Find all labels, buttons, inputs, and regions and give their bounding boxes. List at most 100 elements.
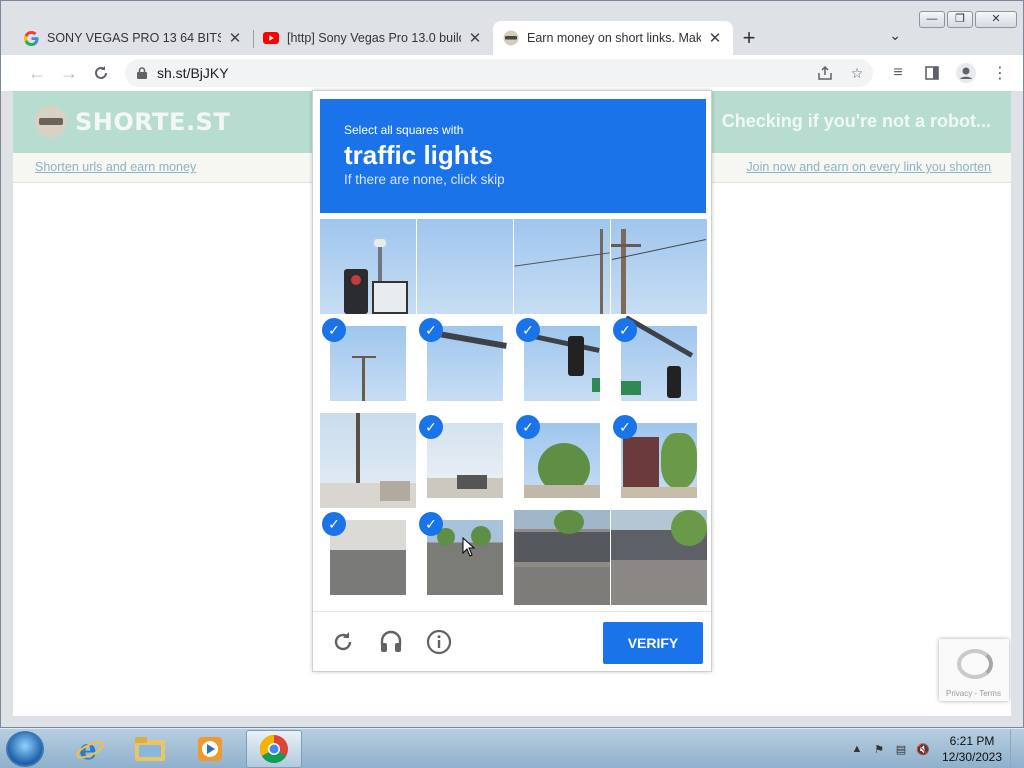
taskbar-clock[interactable]: 6:21 PM 12/30/2023	[934, 733, 1010, 765]
challenge-hint: If there are none, click skip	[344, 172, 505, 187]
browser-toolbar: ← → sh.st/BjJKY ☆ ≡ ⋮	[1, 55, 1023, 91]
action-center-flag-icon[interactable]: ⚑	[868, 743, 890, 756]
selected-check-icon: ✓	[322, 318, 346, 342]
forward-arrow-icon[interactable]: →	[53, 57, 85, 89]
grid-tile-14[interactable]: ✓	[417, 510, 513, 605]
grid-tile-1[interactable]	[320, 219, 416, 314]
lock-icon[interactable]	[137, 67, 147, 79]
reload-page-icon[interactable]	[85, 57, 117, 89]
grid-tile-7[interactable]: ✓	[514, 316, 610, 411]
info-icon[interactable]	[425, 628, 453, 656]
challenge-target: traffic lights	[344, 140, 493, 170]
youtube-icon	[263, 30, 279, 46]
recaptcha-badge[interactable]: Privacy - Terms	[939, 639, 1009, 701]
media-player-icon[interactable]	[182, 730, 238, 768]
grid-tile-5[interactable]: ✓	[320, 316, 416, 411]
grid-tile-2[interactable]	[417, 219, 513, 314]
start-orb-icon[interactable]	[6, 731, 44, 767]
minimize-button[interactable]: —	[919, 11, 945, 28]
selected-check-icon: ✓	[419, 415, 443, 439]
robot-check-heading: Checking if you're not a robot...	[721, 111, 991, 131]
challenge-instruction: Select all squares with	[344, 123, 464, 137]
tile-image	[320, 219, 416, 314]
show-hidden-icons-icon[interactable]: ▲	[846, 743, 868, 755]
tab-close-icon[interactable]: ✕	[467, 29, 483, 47]
tab-title: SONY VEGAS PRO 13 64 BITS Do	[47, 31, 221, 45]
grid-tile-10[interactable]: ✓	[417, 413, 513, 508]
network-icon[interactable]: ▤	[890, 743, 912, 756]
site-logo-text[interactable]: SHORTE.ST	[75, 108, 230, 136]
recaptcha-challenge: Select all squares with traffic lights I…	[312, 90, 712, 672]
close-window-button[interactable]: ✕	[975, 11, 1017, 28]
tab-search-chevron-icon[interactable]: ⌄	[889, 27, 901, 44]
grid-tile-6[interactable]: ✓	[417, 316, 513, 411]
side-panel-icon[interactable]	[915, 57, 949, 89]
shortest-logo-icon	[35, 106, 67, 138]
tab-title: Earn money on short links. Make	[527, 31, 701, 45]
share-icon[interactable]	[809, 65, 841, 81]
grid-tile-13[interactable]: ✓	[320, 510, 416, 605]
tab-sony-vegas-youtube[interactable]: [http] Sony Vegas Pro 13.0 build ✕	[253, 21, 493, 55]
grid-tile-4[interactable]	[611, 219, 707, 314]
selected-check-icon: ✓	[516, 415, 540, 439]
mouse-cursor-icon	[462, 537, 476, 557]
tile-image	[417, 219, 513, 314]
show-desktop-button[interactable]	[1010, 729, 1024, 768]
grid-tile-16[interactable]	[611, 510, 707, 605]
challenge-footer: VERIFY	[313, 611, 711, 671]
tile-image	[611, 219, 707, 314]
recaptcha-logo-icon	[957, 649, 993, 679]
system-tray: ▲ ⚑ ▤ 🔇 6:21 PM 12/30/2023	[846, 729, 1024, 768]
toolbar-right: ≡ ⋮	[881, 57, 1017, 89]
shorten-urls-link[interactable]: Shorten urls and earn money	[35, 160, 196, 174]
tab-strip: SONY VEGAS PRO 13 64 BITS Do ✕ [http] So…	[13, 19, 765, 55]
window-controls: — ❐ ✕	[919, 11, 1017, 28]
back-arrow-icon[interactable]: ←	[21, 57, 53, 89]
tab-shortest-active[interactable]: Earn money on short links. Make ✕	[493, 21, 733, 55]
address-bar[interactable]: sh.st/BjJKY ☆	[125, 59, 873, 87]
google-icon	[23, 30, 39, 46]
selected-check-icon: ✓	[419, 318, 443, 342]
tab-close-icon[interactable]: ✕	[227, 29, 243, 47]
grid-tile-11[interactable]: ✓	[514, 413, 610, 508]
volume-muted-icon[interactable]: 🔇	[912, 743, 934, 756]
grid-tile-12[interactable]: ✓	[611, 413, 707, 508]
bookmark-star-icon[interactable]: ☆	[841, 65, 873, 82]
clock-date: 12/30/2023	[941, 750, 1003, 764]
tab-sony-vegas-google[interactable]: SONY VEGAS PRO 13 64 BITS Do ✕	[13, 21, 253, 55]
grid-tile-3[interactable]	[514, 219, 610, 314]
grid-tile-15[interactable]	[514, 510, 610, 605]
recaptcha-badge-text[interactable]: Privacy - Terms	[946, 689, 1001, 698]
url-text[interactable]: sh.st/BjJKY	[157, 65, 229, 81]
new-tab-button[interactable]: +	[733, 21, 765, 55]
grid-tile-9[interactable]	[320, 413, 416, 508]
restore-button[interactable]: ❐	[947, 11, 973, 28]
verify-button[interactable]: VERIFY	[603, 622, 703, 664]
tile-image	[514, 510, 610, 605]
audio-challenge-icon[interactable]	[377, 628, 405, 656]
tab-close-icon[interactable]: ✕	[707, 29, 723, 47]
reading-list-icon[interactable]: ≡	[881, 57, 915, 89]
selected-check-icon: ✓	[516, 318, 540, 342]
selected-check-icon: ✓	[613, 415, 637, 439]
tile-image	[611, 510, 707, 605]
selected-check-icon: ✓	[322, 512, 346, 536]
shortest-icon	[503, 30, 519, 46]
selected-check-icon: ✓	[613, 318, 637, 342]
grid-tile-8[interactable]: ✓	[611, 316, 707, 411]
windows-taskbar: e ▲ ⚑ ▤ 🔇 6:21 PM 12/30/2023	[0, 728, 1024, 768]
challenge-image-grid: ✓ ✓ ✓ ✓ ✓ ✓ ✓ ✓ ✓	[320, 219, 707, 605]
clock-time: 6:21 PM	[949, 734, 995, 748]
challenge-header: Select all squares with traffic lights I…	[320, 99, 706, 213]
tab-title: [http] Sony Vegas Pro 13.0 build	[287, 31, 461, 45]
profile-avatar-icon[interactable]	[949, 57, 983, 89]
selected-check-icon: ✓	[419, 512, 443, 536]
file-explorer-icon[interactable]	[122, 730, 178, 768]
more-menu-icon[interactable]: ⋮	[983, 57, 1017, 89]
chrome-icon[interactable]	[246, 730, 302, 768]
reload-icon[interactable]	[329, 628, 357, 656]
tile-image	[320, 413, 416, 508]
tile-image	[514, 219, 610, 314]
internet-explorer-icon[interactable]: e	[62, 730, 118, 768]
join-now-link[interactable]: Join now and earn on every link you shor…	[746, 160, 991, 174]
